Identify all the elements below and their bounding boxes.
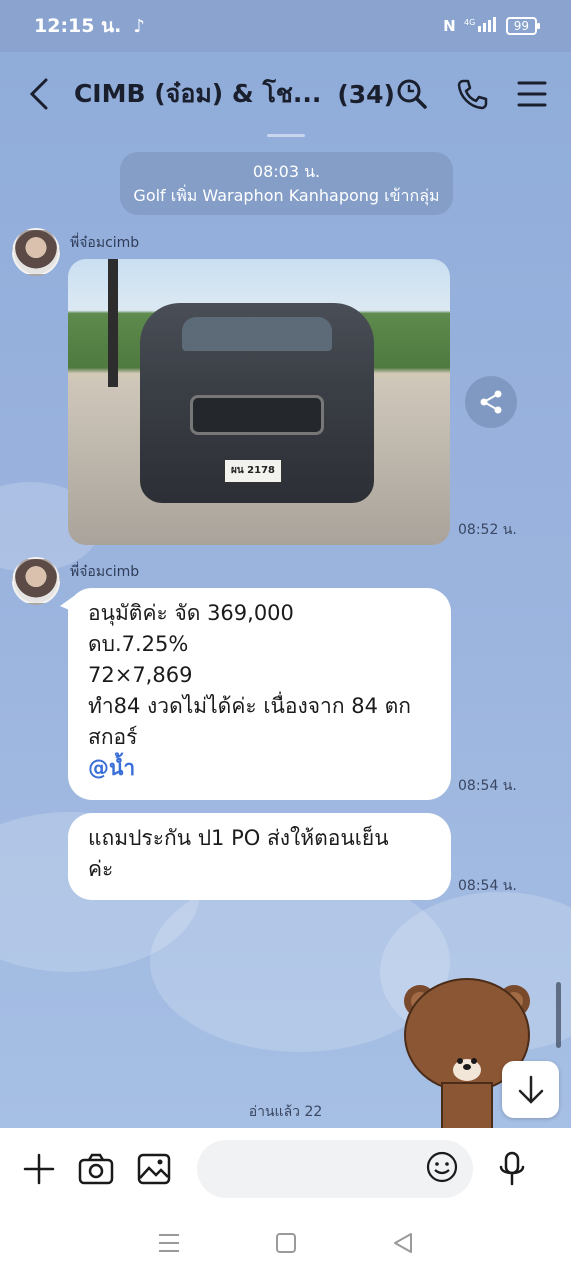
search-icon [397, 79, 427, 109]
truck-image: ผน 2178 [140, 303, 374, 503]
message-line: ทำ84 งวดไม่ได้ค่ะ เนื่องจาก 84 ตก [88, 694, 411, 718]
read-receipt: อ่านแล้ว 22 [248, 1104, 323, 1120]
battery-indicator: 99 [505, 17, 541, 35]
menu-button[interactable] [515, 77, 549, 111]
camera-icon [79, 1153, 114, 1185]
input-bar [0, 1128, 571, 1210]
camera-button[interactable] [78, 1149, 116, 1189]
message-line: อนุมัติค่ะ จัด 369,000 [88, 601, 294, 625]
message-time: 08:54 น. [458, 778, 517, 794]
pull-handle [267, 134, 305, 137]
message-line: ค่ะ [88, 857, 114, 881]
share-icon [480, 390, 502, 414]
add-button[interactable] [20, 1149, 58, 1189]
microphone-icon [499, 1151, 525, 1186]
avatar[interactable] [12, 557, 60, 605]
message-photo[interactable]: ผน 2178 [68, 259, 450, 545]
sender-name: พี่จ๋อมcimb [70, 235, 140, 251]
arrow-down-icon [518, 1075, 543, 1104]
message-bubble[interactable]: อนุมัติค่ะ จัด 369,000 ดบ.7.25% 72×7,869… [60, 588, 451, 800]
member-count[interactable]: (34) [337, 80, 395, 109]
chat-title[interactable]: CIMB (จ๋อม) & โช... [74, 74, 321, 114]
avatar[interactable] [12, 228, 60, 276]
nav-back-button[interactable] [392, 1232, 414, 1258]
message-time: 08:52 น. [458, 522, 517, 538]
scroll-indicator[interactable] [556, 982, 561, 1048]
signal-icon: 4G [464, 16, 498, 36]
status-right: N 4G 99 [443, 16, 541, 36]
menu-icon [159, 1234, 180, 1252]
search-button[interactable] [395, 77, 429, 111]
mic-button[interactable] [493, 1149, 531, 1189]
plus-icon [23, 1153, 55, 1185]
sender-name: พี่จ๋อมcimb [70, 564, 140, 580]
back-button[interactable] [22, 74, 56, 114]
recent-apps-button[interactable] [157, 1232, 181, 1258]
gallery-button[interactable] [135, 1149, 173, 1189]
image-icon [137, 1153, 171, 1185]
svg-text:4G: 4G [464, 18, 475, 27]
phone-icon [457, 79, 488, 110]
mention-link[interactable]: @น้ำ [88, 753, 431, 784]
status-time: 12:15 น. [34, 15, 122, 37]
message-time: 08:54 น. [458, 878, 517, 894]
smiley-icon [427, 1151, 458, 1183]
license-plate: ผน 2178 [224, 459, 282, 483]
triangle-back-icon [393, 1233, 412, 1253]
menu-icon [517, 81, 547, 107]
chat-header: CIMB (จ๋อม) & โช... (34) [0, 52, 571, 136]
home-button[interactable] [275, 1232, 297, 1258]
call-button[interactable] [455, 77, 489, 111]
message-line: สกอร์ [88, 725, 138, 749]
message-line: ดบ.7.25% [88, 632, 189, 656]
emoji-button[interactable] [425, 1150, 459, 1188]
message-input[interactable] [196, 1140, 474, 1198]
chevron-left-icon [29, 78, 48, 110]
system-message-time: 08:03 น. [252, 162, 321, 181]
system-nav-bar [0, 1210, 571, 1280]
nfc-icon: N [443, 17, 456, 35]
message-line: แถมประกัน ป1 PO ส่งให้ตอนเย็น [88, 826, 389, 850]
message-bubble[interactable]: แถมประกัน ป1 PO ส่งให้ตอนเย็น ค่ะ [68, 813, 451, 900]
share-button[interactable] [465, 376, 517, 428]
status-bar: 12:15 น. ♪ N 4G 99 [0, 0, 571, 52]
tiktok-icon: ♪ [133, 15, 145, 37]
system-message-text: Golf เพิ่ม Waraphon Kanhapong เข้ากลุ่ม [133, 186, 440, 205]
system-message: 08:03 น. Golf เพิ่ม Waraphon Kanhapong เ… [120, 152, 453, 215]
message-line: 72×7,869 [88, 663, 193, 687]
square-icon [276, 1233, 297, 1253]
